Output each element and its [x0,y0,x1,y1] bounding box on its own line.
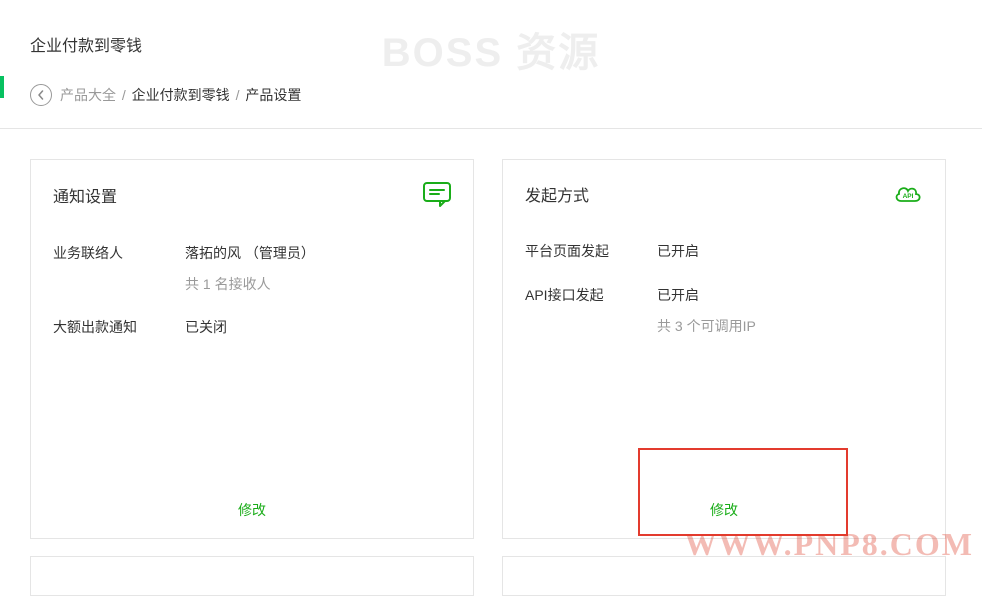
notify-modify-link[interactable]: 修改 [238,502,266,518]
back-icon[interactable] [30,84,52,106]
initiate-api-label: API接口发起 [525,284,657,306]
notify-large-value: 已关闭 [185,316,227,338]
api-cloud-icon: API [893,183,923,205]
svg-text:API: API [903,193,914,200]
notify-large-label: 大额出款通知 [53,316,185,338]
breadcrumb-sep: / [236,87,240,103]
breadcrumb: 产品大全 / 企业付款到零钱 / 产品设置 [30,84,952,106]
initiate-platform-label: 平台页面发起 [525,240,657,262]
initiate-platform-value: 已开启 [657,240,699,262]
breadcrumb-root[interactable]: 产品大全 [60,87,116,103]
message-icon [423,182,451,208]
card-stub [30,556,474,596]
content-area: 通知设置 业务联络人 落拓的风 （管理员） 共 1 名接收人 大额出款通知 已关… [0,129,982,569]
card-stub-row [30,556,952,596]
card-notify: 通知设置 业务联络人 落拓的风 （管理员） 共 1 名接收人 大额出款通知 已关… [30,159,474,539]
breadcrumb-current: 产品设置 [245,87,301,103]
card-initiate-title: 发起方式 [525,182,589,206]
card-initiate: 发起方式 API 平台页面发起 已开启 API接口发起 已开启 共 3 个可调用… [502,159,946,539]
notify-contact-sub: 共 1 名接收人 [185,274,451,294]
initiate-modify-link[interactable]: 修改 [710,502,738,518]
breadcrumb-sep: / [122,87,126,103]
card-stub [502,556,946,596]
notify-contact-value: 落拓的风 （管理员） [185,242,315,264]
notify-contact-label: 业务联络人 [53,242,185,264]
initiate-api-sub: 共 3 个可调用IP [657,316,923,336]
card-notify-title: 通知设置 [53,183,117,207]
page-title: 企业付款到零钱 [30,32,952,56]
breadcrumb-mid[interactable]: 企业付款到零钱 [132,87,230,103]
initiate-api-value: 已开启 [657,284,699,306]
page-header: BOSS 资源 企业付款到零钱 产品大全 / 企业付款到零钱 / 产品设置 [0,0,982,129]
